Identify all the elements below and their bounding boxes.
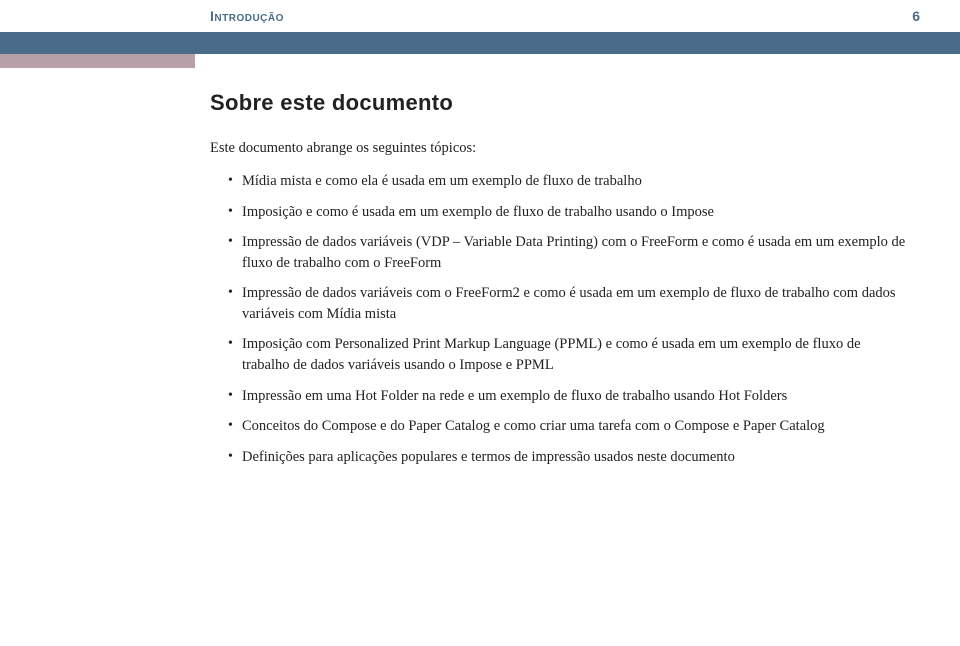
- list-item: Imposição com Personalized Print Markup …: [228, 334, 910, 375]
- section-label: Introdução: [210, 8, 284, 24]
- header-accent: [0, 54, 195, 68]
- list-item: Impressão de dados variáveis (VDP – Vari…: [228, 232, 910, 273]
- list-item: Impressão de dados variáveis com o FreeF…: [228, 283, 910, 324]
- page-title: Sobre este documento: [210, 90, 910, 116]
- intro-paragraph: Este documento abrange os seguintes tópi…: [210, 138, 910, 159]
- page-number: 6: [912, 8, 920, 24]
- topic-list: Mídia mista e como ela é usada em um exe…: [210, 171, 910, 467]
- list-item: Imposição e como é usada em um exemplo d…: [228, 202, 910, 223]
- page-content: Sobre este documento Este documento abra…: [210, 90, 910, 477]
- list-item: Mídia mista e como ela é usada em um exe…: [228, 171, 910, 192]
- list-item: Conceitos do Compose e do Paper Catalog …: [228, 416, 910, 437]
- list-item: Impressão em uma Hot Folder na rede e um…: [228, 386, 910, 407]
- list-item: Definições para aplicações populares e t…: [228, 447, 910, 468]
- header-bar: [0, 32, 960, 54]
